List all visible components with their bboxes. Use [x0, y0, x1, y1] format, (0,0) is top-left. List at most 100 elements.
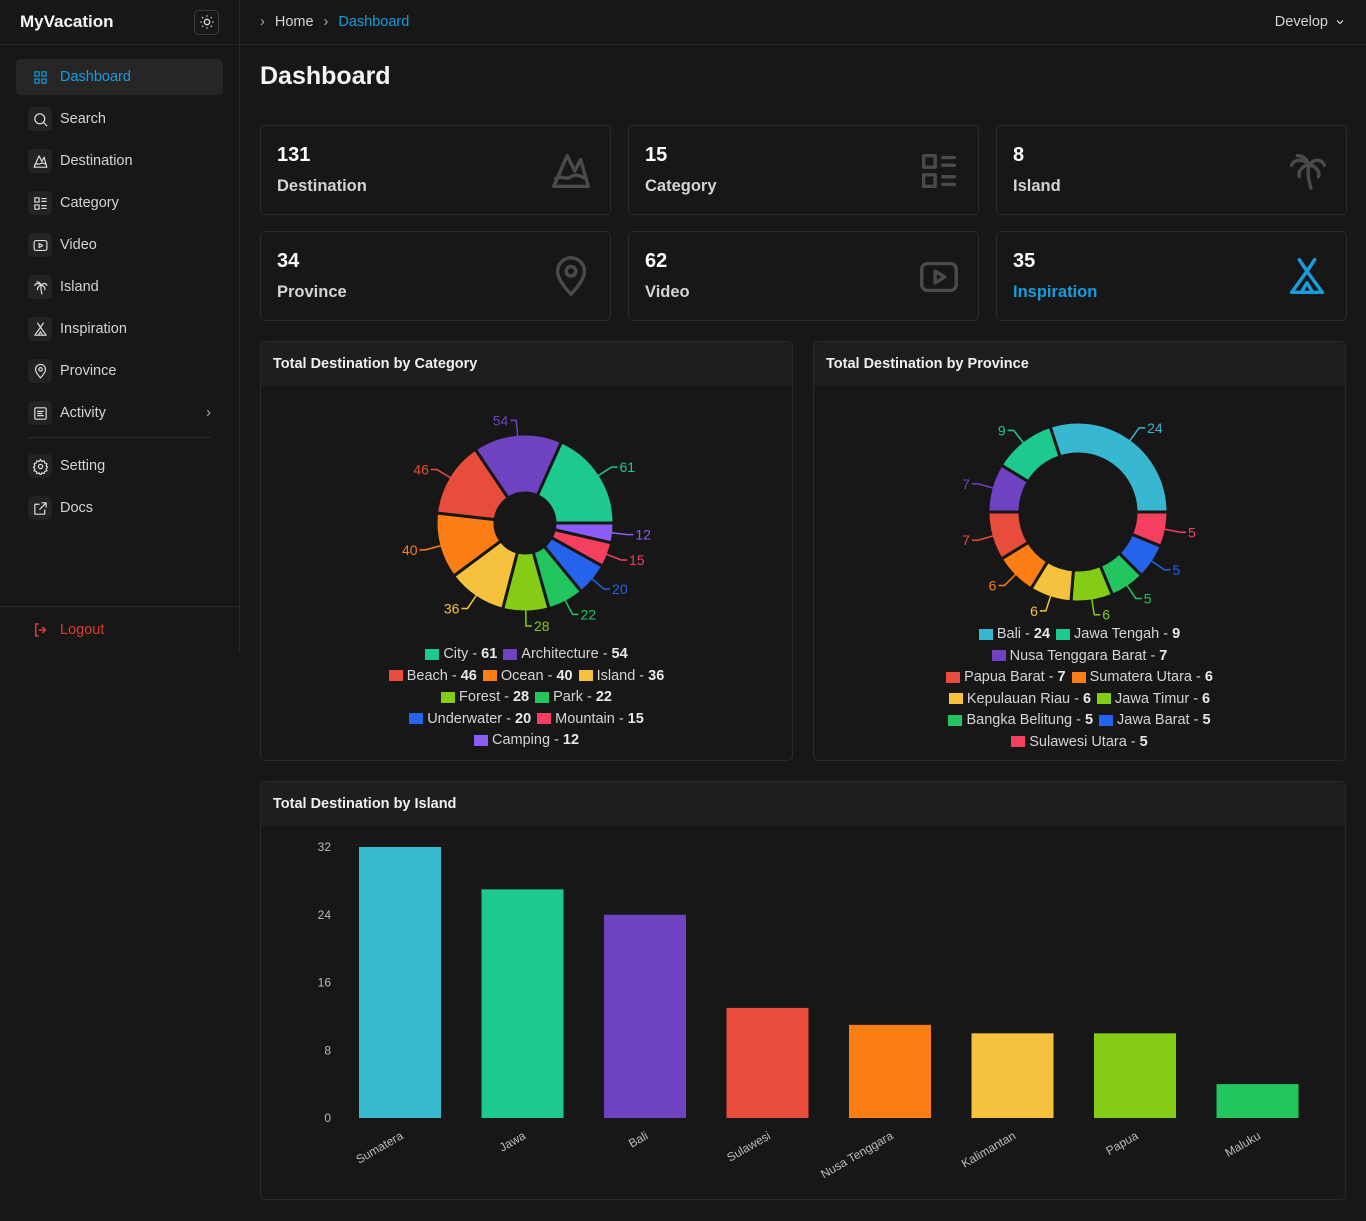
legend-value: 7	[1057, 669, 1066, 685]
data-label: 7	[962, 476, 970, 492]
logout-label: Logout	[60, 621, 105, 638]
stat-card-category[interactable]: 15 Category	[628, 125, 979, 215]
stat-value: 131	[277, 144, 311, 166]
sidebar-item-province[interactable]: Province	[16, 353, 223, 389]
x-tick-label: Jawa	[497, 1128, 529, 1154]
legend-row: Kepulauan Riau -6 Jawa Timur -6	[814, 689, 1345, 711]
bar-sulawesi[interactable]	[726, 1007, 809, 1118]
legend-swatch	[948, 693, 963, 704]
data-label: 36	[444, 600, 460, 616]
data-label: 5	[1172, 562, 1180, 578]
logout-button[interactable]: Logout	[0, 606, 240, 652]
chart-legend: Bali -24 Jawa Tengah -9 Nusa Tenggara Bara…	[814, 624, 1345, 753]
legend-item[interactable]: Jawa Barat -5	[1099, 710, 1211, 730]
legend-item[interactable]: Jawa Timur -6	[1097, 689, 1210, 709]
legend-swatch	[578, 670, 593, 681]
legend-value: 22	[595, 689, 612, 705]
legend-label: Nusa Tenggara Barat	[1009, 647, 1147, 664]
legend-swatch	[482, 670, 497, 681]
stat-card-video[interactable]: 62 Video	[628, 231, 979, 321]
legend-item[interactable]: Island -36	[578, 666, 664, 686]
map-pin-icon	[555, 256, 587, 296]
legend-item[interactable]: Park -22	[535, 687, 612, 707]
sidebar-item-destination[interactable]: Destination	[16, 143, 223, 179]
legend-item[interactable]: Kepulauan Riau -6	[948, 689, 1091, 709]
legend-item[interactable]: Bali -24	[978, 624, 1051, 644]
sidebar-item-docs[interactable]: Docs	[16, 490, 223, 526]
y-tick-label: 16	[318, 976, 332, 990]
legend-item[interactable]: Jawa Tengah -9	[1056, 624, 1180, 644]
nav-icon-wrap	[28, 359, 52, 383]
environment-select[interactable]: Develop	[1275, 14, 1346, 30]
legend-swatch	[1011, 736, 1026, 747]
stat-label: Inspiration	[1013, 283, 1098, 301]
label-line	[605, 553, 628, 561]
legend-item[interactable]: Nusa Tenggara Barat -7	[991, 646, 1167, 666]
sidebar-item-island[interactable]: Island	[16, 269, 223, 305]
legend-swatch	[388, 670, 403, 681]
legend-item[interactable]: Ocean -40	[482, 666, 573, 686]
legend-item[interactable]: Beach -46	[388, 666, 477, 686]
sidebar-item-label: Docs	[60, 500, 94, 516]
bar-jawa[interactable]	[481, 889, 564, 1118]
legend-item[interactable]: Forest -28	[441, 687, 529, 707]
sidebar-item-setting[interactable]: Setting	[16, 448, 223, 484]
list-icon	[921, 153, 957, 189]
x-tick-label: Sulawesi	[724, 1128, 773, 1164]
chevron-right-icon: ›	[260, 14, 265, 30]
legend-value: 24	[1033, 626, 1051, 642]
theme-toggle-button[interactable]	[194, 9, 219, 35]
y-tick-label: 32	[318, 840, 332, 854]
chevron-right-icon: ›	[206, 405, 211, 421]
island-chart-panel: Total Destination by Island 0 8 16 24 32 Suma…	[260, 781, 1346, 1200]
stat-card-island[interactable]: 8 Island	[996, 125, 1347, 215]
legend-row: Papua Barat -7 Sumatera Utara -6	[814, 667, 1345, 689]
stat-value: 35	[1013, 250, 1036, 272]
stat-card-province[interactable]: 34 Province	[260, 231, 611, 321]
sidebar-item-video[interactable]: Video	[16, 227, 223, 263]
legend-item[interactable]: Sumatera Utara -6	[1071, 667, 1213, 687]
topbar: › Home › Dashboard Develop	[240, 0, 1366, 45]
app-logo[interactable]: MyVacation	[20, 12, 114, 32]
y-tick-label: 8	[324, 1043, 331, 1057]
brand-header: MyVacation	[0, 0, 239, 45]
legend-value: 54	[611, 646, 628, 662]
sidebar-item-inspiration[interactable]: Inspiration	[16, 311, 223, 347]
x-tick-label: Nusa Tenggara	[818, 1128, 896, 1181]
sidebar-item-dashboard[interactable]: Dashboard	[16, 59, 223, 95]
legend-item[interactable]: Mountain -15	[537, 709, 644, 729]
bar-papua[interactable]	[1094, 1033, 1176, 1118]
legend-item[interactable]: Underwater -20	[409, 709, 531, 729]
legend-value: 20	[515, 710, 532, 727]
bar-kalimantan[interactable]	[971, 1033, 1054, 1118]
sidebar-item-search[interactable]: Search	[16, 101, 223, 137]
legend-row: Bali -24 Jawa Tengah -9	[814, 624, 1345, 646]
data-label: 61	[620, 459, 636, 475]
stat-card-inspiration[interactable]: 35 Inspiration	[996, 231, 1347, 321]
bar-maluku[interactable]	[1216, 1084, 1299, 1118]
category-chart-panel: Total Destination by Category 12 15 20 22 28…	[260, 341, 793, 761]
x-tick-label: Maluku	[1222, 1128, 1263, 1159]
legend-label: City	[443, 646, 469, 662]
legend-item[interactable]: Architecture -54	[503, 644, 628, 664]
data-label: 24	[1147, 420, 1163, 436]
legend-swatch	[978, 628, 993, 640]
nav-icon-wrap	[28, 233, 52, 257]
bar-nusa-tenggara[interactable]	[849, 1024, 931, 1118]
legend-item[interactable]: City -61	[425, 644, 497, 664]
legend-item[interactable]: Bangka Belitung -5	[948, 710, 1093, 730]
bar-bali[interactable]	[604, 914, 686, 1118]
x-tick-label: Bali	[626, 1128, 650, 1150]
legend-item[interactable]: Camping -12	[473, 730, 579, 750]
breadcrumb-home[interactable]: Home	[275, 14, 314, 30]
sidebar-item-activity[interactable]: Activity ›	[16, 395, 223, 431]
bar-sumatera[interactable]	[359, 847, 441, 1118]
legend-label: Jawa Barat	[1117, 712, 1190, 728]
legend-row: City -61 Architecture -54	[261, 644, 792, 666]
stat-card-destination[interactable]: 131 Destination	[260, 125, 611, 215]
legend-item[interactable]: Sulawesi Utara -5	[1011, 732, 1148, 752]
legend-item[interactable]: Papua Barat -7	[946, 667, 1066, 687]
legend-swatch	[948, 714, 963, 726]
data-label: 9	[998, 422, 1006, 438]
sidebar-item-category[interactable]: Category	[16, 185, 223, 221]
